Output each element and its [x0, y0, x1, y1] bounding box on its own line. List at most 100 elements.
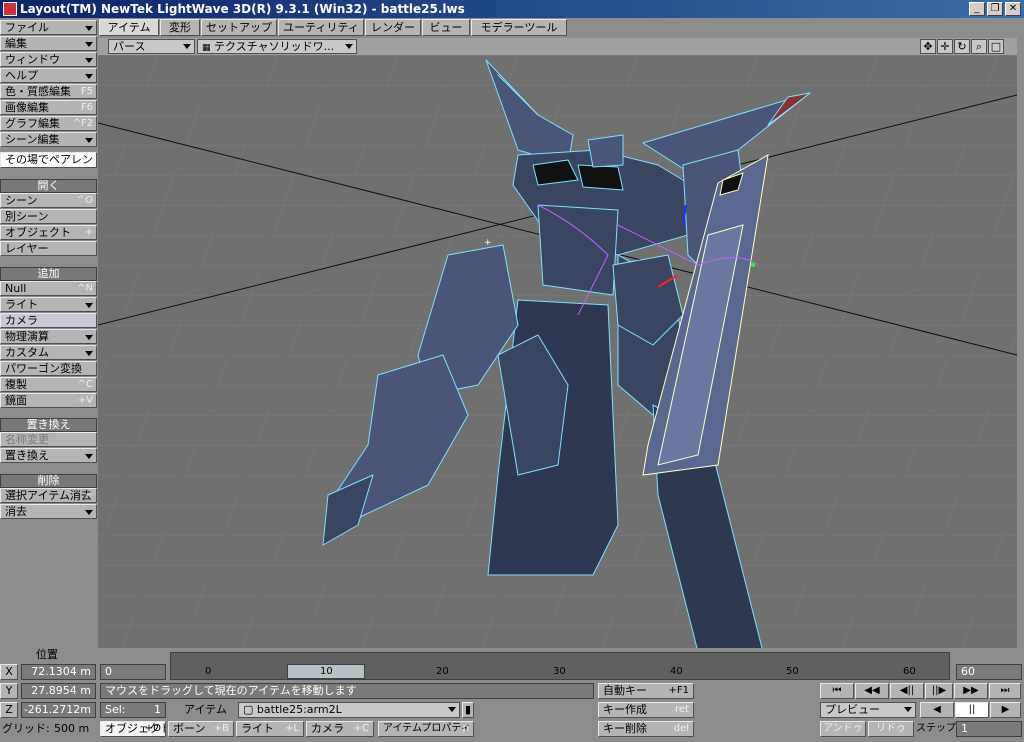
chevron-down-icon	[345, 44, 353, 49]
window-menu[interactable]: ウィンドウ	[0, 52, 97, 67]
pan-view-icon[interactable]: ✛	[937, 39, 953, 54]
end-frame-field[interactable]: 60	[956, 664, 1022, 680]
last-frame-button[interactable]: ⏭	[989, 683, 1021, 699]
grid-icon: ▦	[202, 43, 211, 53]
clear-menu[interactable]: 消去	[0, 504, 97, 519]
tick-label: 0	[205, 666, 212, 677]
tick-label: 60	[903, 666, 916, 677]
z-axis-toggle[interactable]: Z	[0, 702, 18, 718]
load-layer-button[interactable]: レイヤー	[0, 241, 97, 256]
x-axis-toggle[interactable]: X	[0, 664, 18, 680]
tab-modeler-tools[interactable]: モデラーツール	[471, 19, 567, 36]
replace-menu[interactable]: 置き換え	[0, 448, 97, 463]
dynamics-menu[interactable]: 物理演算	[0, 329, 97, 344]
current-item-dropdown[interactable]: ▢ battle25:arm2L	[238, 702, 460, 718]
help-menu[interactable]: ヘルプ	[0, 68, 97, 83]
chevron-down-icon	[85, 138, 93, 143]
bones-mode-button[interactable]: ボーン +B	[168, 721, 234, 737]
create-key-button[interactable]: キー作成 ret	[598, 702, 694, 718]
chevron-down-icon	[448, 707, 456, 712]
y-axis-handle[interactable]	[751, 263, 755, 267]
add-camera-button[interactable]: カメラ	[0, 313, 97, 328]
chevron-down-icon	[85, 351, 93, 356]
item-properties-button[interactable]: アイテムプロパティ p	[378, 721, 474, 737]
view-mode-dropdown[interactable]: パース	[108, 39, 195, 54]
y-axis-toggle[interactable]: Y	[0, 683, 18, 699]
rename-button: 名称変更	[0, 432, 97, 447]
load-object-button[interactable]: オブジェクト +	[0, 225, 97, 240]
clear-selected-button[interactable]: 選択アイテム消去 −	[0, 488, 97, 503]
maximize-button[interactable]: ❐	[987, 2, 1003, 16]
chevron-down-icon	[904, 707, 912, 712]
file-menu[interactable]: ファイル	[0, 20, 97, 35]
item-options-button[interactable]: ▮	[462, 702, 474, 718]
tab-view[interactable]: ビュー	[422, 19, 470, 36]
app-icon[interactable]	[3, 2, 17, 16]
add-null-button[interactable]: Null ^N	[0, 281, 97, 296]
objects-mode-button[interactable]: オブジェクト +O	[100, 721, 166, 737]
window-title: Layout(TM) NewTek LightWave 3D(R) 9.3.1 …	[20, 2, 465, 16]
perspective-scene: +	[98, 55, 1017, 652]
graph-editor-button[interactable]: グラフ編集 ^F2	[0, 116, 97, 131]
chevron-down-icon	[85, 454, 93, 459]
load-other-scene-button[interactable]: 別シーン	[0, 209, 97, 224]
pause-button[interactable]: ||	[955, 702, 989, 718]
lights-mode-button[interactable]: ライト +L	[236, 721, 304, 737]
edit-menu[interactable]: 編集	[0, 36, 97, 51]
tick-label: 30	[553, 666, 566, 677]
rotate-view-icon[interactable]: ↻	[954, 39, 970, 54]
chevron-down-icon	[85, 42, 93, 47]
custom-menu[interactable]: カスタム	[0, 345, 97, 360]
tab-setup[interactable]: セットアップ	[201, 19, 277, 36]
next-key-button[interactable]: ▶▶	[954, 683, 988, 699]
selection-count: Sel: 1	[100, 702, 166, 718]
maximize-view-icon[interactable]: □	[988, 39, 1004, 54]
mirror-button[interactable]: 鏡面 +V	[0, 393, 97, 408]
grid-size-value: 500 m	[54, 722, 90, 735]
chevron-down-icon	[85, 303, 93, 308]
poly-convert-button[interactable]: パワーゴン変換	[0, 361, 97, 376]
tick-label: 40	[670, 666, 683, 677]
zoom-view-icon[interactable]: ⌕	[971, 39, 987, 54]
cameras-mode-button[interactable]: カメラ +C	[306, 721, 374, 737]
load-scene-button[interactable]: シーン ^O	[0, 193, 97, 208]
add-light-menu[interactable]: ライト	[0, 297, 97, 312]
tab-modify[interactable]: 変形	[160, 19, 200, 36]
surface-editor-button[interactable]: 色・質感編集 F5	[0, 84, 97, 99]
tick-label: 10	[320, 666, 333, 677]
redo-button[interactable]: リドゥ	[868, 721, 914, 737]
title-bar: Layout(TM) NewTek LightWave 3D(R) 9.3.1 …	[0, 0, 1024, 18]
tab-items[interactable]: アイテム	[99, 19, 159, 36]
tick-label: 20	[436, 666, 449, 677]
move-view-icon[interactable]: ✥	[920, 39, 936, 54]
x-position-field[interactable]: 72.1304 m	[21, 664, 96, 680]
chevron-down-icon	[85, 510, 93, 515]
image-editor-button[interactable]: 画像編集 F6	[0, 100, 97, 115]
play-backward-button[interactable]: ◀	[920, 702, 954, 718]
3d-viewport[interactable]: +	[98, 55, 1017, 652]
render-style-dropdown[interactable]: ▦ テクスチャソリッドワ...	[197, 39, 357, 54]
step-field[interactable]: 1	[956, 721, 1022, 737]
tab-render[interactable]: レンダー	[365, 19, 421, 36]
current-item-label: アイテム	[184, 703, 227, 716]
y-position-field[interactable]: 27.8954 m	[21, 683, 96, 699]
z-position-field[interactable]: -261.2712m	[21, 702, 96, 718]
parent-in-place-button[interactable]: その場でペアレント	[0, 152, 97, 168]
first-frame-button[interactable]: ⏮	[820, 683, 854, 699]
previous-frame-button[interactable]: ◀||	[890, 683, 924, 699]
replace-section-header: 置き換え	[0, 418, 97, 432]
start-frame-field[interactable]: 0	[100, 664, 166, 680]
next-frame-button[interactable]: ||▶	[925, 683, 953, 699]
close-button[interactable]: ✕	[1005, 2, 1021, 16]
auto-key-button[interactable]: 自動キー +F1	[598, 683, 694, 699]
play-forward-button[interactable]: ▶	[990, 702, 1021, 718]
preview-dropdown[interactable]: プレビュー	[820, 702, 916, 718]
chevron-down-icon	[85, 26, 93, 31]
undo-button[interactable]: アンドゥ	[820, 721, 866, 737]
previous-key-button[interactable]: ◀◀	[855, 683, 889, 699]
scene-editor-menu[interactable]: シーン編集	[0, 132, 97, 147]
clone-button[interactable]: 複製 ^C	[0, 377, 97, 392]
delete-key-button[interactable]: キー削除 del	[598, 721, 694, 737]
minimize-button[interactable]: _	[969, 2, 985, 16]
tab-utilities[interactable]: ユーティリティ	[278, 19, 364, 36]
